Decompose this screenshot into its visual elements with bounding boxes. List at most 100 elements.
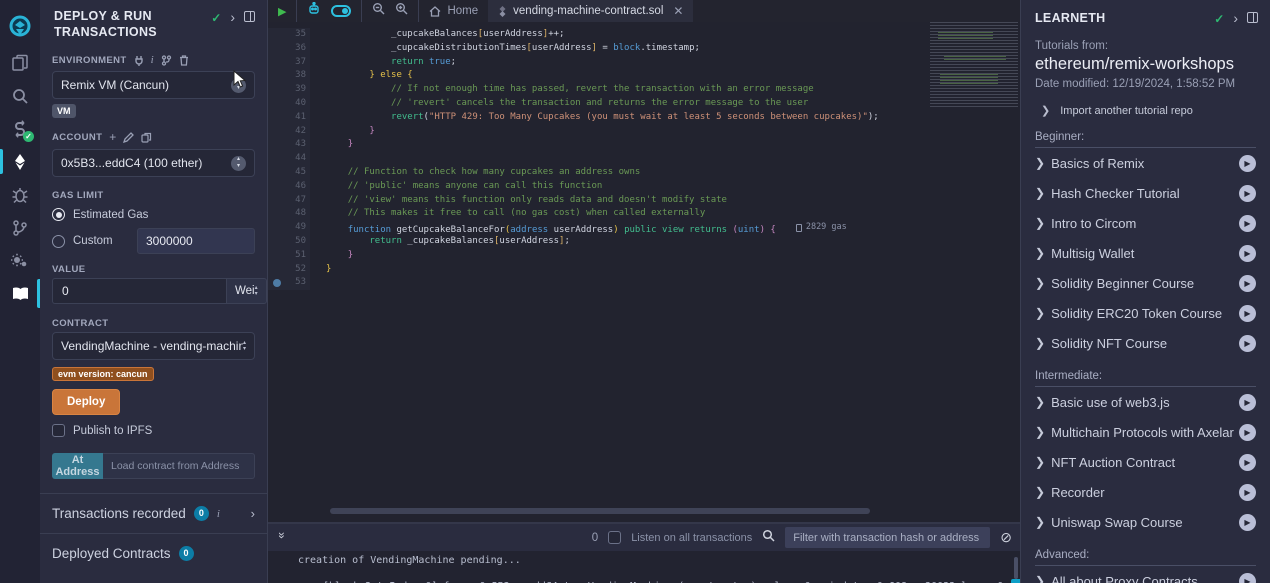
play-tutorial-button[interactable]: ▶ (1239, 484, 1256, 501)
play-tutorial-button[interactable]: ▶ (1239, 215, 1256, 232)
play-tutorial-button[interactable]: ▶ (1239, 573, 1256, 583)
tutorial-item[interactable]: ❯Solidity NFT Course▶ (1035, 328, 1256, 358)
code-line[interactable]: 51 } (268, 249, 1020, 263)
code-line[interactable]: 53 (268, 276, 1020, 290)
value-unit-select[interactable]: Wei ▴▾ (226, 278, 267, 304)
code-line[interactable]: 37 return true; (268, 56, 1020, 70)
play-tutorial-button[interactable]: ▶ (1239, 155, 1256, 172)
edit-account-icon[interactable] (123, 132, 134, 143)
code-line[interactable]: 38 } else { (268, 69, 1020, 83)
pin-panel-icon[interactable] (244, 11, 255, 22)
code-line[interactable]: 40 // 'revert' cancels the transaction a… (268, 97, 1020, 111)
deploy-run-icon[interactable] (0, 145, 40, 178)
transaction-filter-input[interactable] (785, 527, 990, 548)
play-tutorial-button[interactable]: ▶ (1239, 185, 1256, 202)
import-repo-row[interactable]: ❯ Import another tutorial repo (1041, 104, 1256, 117)
environment-select[interactable]: Remix VM (Cancun) ▴▾ (52, 71, 255, 99)
debugger-icon[interactable] (0, 178, 40, 211)
git-icon[interactable] (0, 211, 40, 244)
tutorial-item[interactable]: ❯Solidity Beginner Course▶ (1035, 268, 1256, 298)
play-tutorial-button[interactable]: ▶ (1239, 424, 1256, 441)
breakpoint-margin[interactable] (268, 83, 286, 97)
code-line[interactable]: 42 } (268, 125, 1020, 139)
code-line[interactable]: 45 // Function to check how many cupcake… (268, 166, 1020, 180)
terminal-scrollbar[interactable] (1014, 557, 1018, 579)
tab-home[interactable]: Home (419, 0, 488, 22)
value-input[interactable] (52, 278, 226, 304)
contract-select[interactable]: VendingMachine - vending-machin ▴▾ (52, 332, 255, 360)
play-tutorial-button[interactable]: ▶ (1239, 305, 1256, 322)
at-address-input[interactable] (103, 453, 255, 479)
expand-panel-icon[interactable]: › (230, 11, 235, 23)
tab-vending-machine-contract[interactable]: vending-machine-contract.sol ✕ (488, 0, 693, 22)
breakpoint-margin[interactable] (268, 42, 286, 56)
file-explorer-icon[interactable] (0, 46, 40, 79)
tutorial-item[interactable]: ❯All about Proxy Contracts▶ (1035, 566, 1256, 583)
minimap[interactable] (930, 22, 1018, 108)
breakpoint-margin[interactable] (268, 221, 286, 235)
code-line[interactable]: 52} (268, 263, 1020, 277)
play-tutorial-button[interactable]: ▶ (1239, 335, 1256, 352)
learneth-icon[interactable] (0, 277, 40, 310)
pin-panel-icon[interactable] (1247, 12, 1258, 23)
transactions-recorded-row[interactable]: Transactions recorded 0 i › (40, 494, 267, 533)
code-line[interactable]: 49 function getCupcakeBalanceFor(address… (268, 221, 1020, 235)
publish-ipfs-checkbox[interactable] (52, 424, 65, 437)
breakpoint-margin[interactable] (268, 125, 286, 139)
chevron-right-icon[interactable]: › (251, 506, 255, 521)
deploy-button[interactable]: Deploy (52, 389, 120, 415)
code-line[interactable]: 44 (268, 152, 1020, 166)
play-tutorial-button[interactable]: ▶ (1239, 454, 1256, 471)
code-editor[interactable]: 35 _cupcakeBalances[userAddress]++;36 _c… (268, 22, 1020, 522)
breakpoint-margin[interactable] (268, 69, 286, 83)
transactions-info-icon[interactable]: i (217, 508, 220, 520)
debug-button[interactable]: Debug (1011, 579, 1020, 583)
tutorial-item[interactable]: ❯Hash Checker Tutorial▶ (1035, 178, 1256, 208)
horizontal-scrollbar[interactable] (330, 508, 870, 514)
trash-icon[interactable] (179, 55, 189, 66)
breakpoint-margin[interactable] (268, 235, 286, 249)
breakpoint-margin[interactable] (268, 56, 286, 70)
breakpoint-margin[interactable] (268, 263, 286, 277)
search-icon[interactable] (0, 79, 40, 112)
tutorial-item[interactable]: ❯Uniswap Swap Course▶ (1035, 507, 1256, 537)
plugin-manager-icon[interactable] (0, 244, 40, 277)
custom-gas-input[interactable] (137, 228, 255, 254)
terminal-search-icon[interactable] (762, 529, 775, 547)
breakpoint-margin[interactable] (268, 194, 286, 208)
breakpoint-margin[interactable] (268, 97, 286, 111)
code-line[interactable]: 35 _cupcakeBalances[userAddress]++; (268, 28, 1020, 42)
breakpoint-margin[interactable] (268, 28, 286, 42)
tutorial-item[interactable]: ❯Multisig Wallet▶ (1035, 238, 1256, 268)
play-tutorial-button[interactable]: ▶ (1239, 245, 1256, 262)
tutorial-item[interactable]: ❯Recorder▶ (1035, 477, 1256, 507)
terminal-collapse-icon[interactable]: » (275, 532, 289, 544)
code-line[interactable]: 50 return _cupcakeBalances[userAddress]; (268, 235, 1020, 249)
estimated-gas-radio[interactable] (52, 208, 65, 221)
code-line[interactable]: 46 // 'public' means anyone can call thi… (268, 180, 1020, 194)
clear-console-icon[interactable]: ⊘ (1000, 529, 1012, 546)
custom-gas-radio[interactable] (52, 235, 65, 248)
at-address-button[interactable]: At Address (52, 453, 103, 479)
tutorial-item[interactable]: ❯NFT Auction Contract▶ (1035, 447, 1256, 477)
zoom-in-icon[interactable] (395, 2, 408, 20)
breakpoint-margin[interactable] (268, 207, 286, 221)
copilot-toggle[interactable] (331, 5, 351, 17)
solidity-compiler-icon[interactable]: ✓ (0, 112, 40, 145)
zoom-out-icon[interactable] (372, 2, 385, 20)
tutorial-item[interactable]: ❯Basics of Remix▶ (1035, 148, 1256, 178)
environment-info-icon[interactable]: i (151, 54, 154, 66)
play-tutorial-button[interactable]: ▶ (1239, 275, 1256, 292)
play-tutorial-button[interactable]: ▶ (1239, 514, 1256, 531)
code-line[interactable]: 48 // This makes it free to call (no gas… (268, 207, 1020, 221)
code-line[interactable]: 47 // 'view' means this function only re… (268, 194, 1020, 208)
add-account-icon[interactable]: + (109, 130, 116, 144)
ai-copilot-icon[interactable] (307, 2, 321, 20)
close-tab-icon[interactable]: ✕ (673, 4, 683, 18)
breakpoint-margin[interactable] (268, 166, 286, 180)
tutorial-item[interactable]: ❯Solidity ERC20 Token Course▶ (1035, 298, 1256, 328)
tutorial-item[interactable]: ❯Basic use of web3.js▶ (1035, 387, 1256, 417)
code-line[interactable]: 41 revert("HTTP 429: Too Many Cupcakes (… (268, 111, 1020, 125)
account-select[interactable]: 0x5B3...eddC4 (100 ether) ▴▾ (52, 149, 255, 177)
remix-logo-icon[interactable] (0, 8, 40, 46)
